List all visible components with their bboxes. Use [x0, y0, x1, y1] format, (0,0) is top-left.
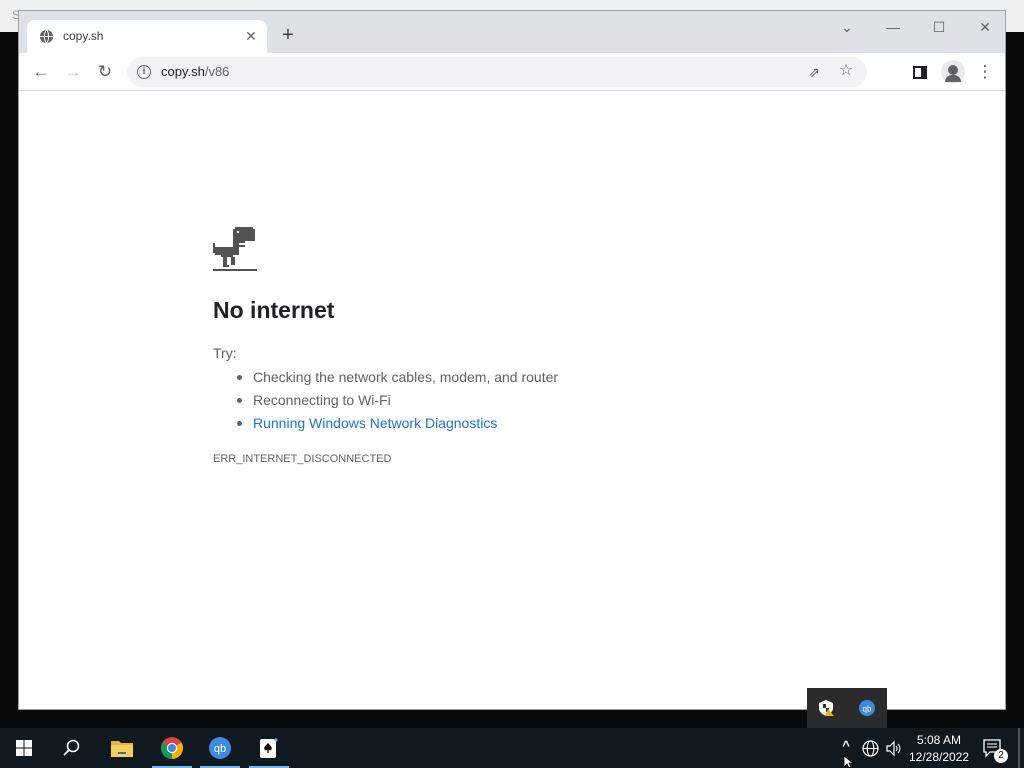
- qbittorrent-button[interactable]: qb: [196, 728, 244, 768]
- volume-icon[interactable]: [885, 740, 902, 757]
- clock-time: 5:08 AM: [916, 733, 962, 747]
- file-explorer-button[interactable]: [98, 728, 146, 768]
- browser-window: copy.sh ✕ + ⌄ — ☐ ✕ ← → ↻ i copy.sh/v86 …: [18, 10, 1006, 710]
- tab-close-icon[interactable]: ✕: [241, 26, 261, 46]
- tray-overflow-popup: qb: [807, 688, 887, 728]
- search-button[interactable]: [48, 728, 96, 768]
- close-window-button[interactable]: ✕: [967, 15, 1003, 39]
- share-icon[interactable]: ⇗: [805, 63, 823, 81]
- chrome-button[interactable]: [148, 728, 196, 768]
- url-host: copy.sh: [161, 64, 205, 79]
- tab-search-dropdown-icon[interactable]: ⌄: [829, 15, 865, 39]
- globe-icon: [39, 29, 54, 44]
- suggestion-reconnect-wifi: Reconnecting to Wi-Fi: [233, 390, 558, 413]
- taskbar-clock[interactable]: 5:08 AM 12/28/2022: [904, 732, 974, 766]
- maximize-button[interactable]: ☐: [921, 15, 957, 39]
- notification-count-badge: 2: [994, 749, 1008, 763]
- taskbar: qb ^ 5:08 AM 12/28/2022 2: [0, 728, 1024, 768]
- tab-title: copy.sh: [63, 29, 104, 43]
- error-code: ERR_INTERNET_DISCONNECTED: [213, 453, 392, 465]
- svg-text:qb: qb: [214, 743, 226, 755]
- suggestion-list: Checking the network cables, modem, and …: [233, 367, 558, 436]
- qbittorrent-tray-icon[interactable]: qb: [858, 699, 876, 717]
- clock-date: 12/28/2022: [908, 750, 970, 764]
- network-globe-icon[interactable]: [862, 740, 879, 757]
- suggestion-check-cables: Checking the network cables, modem, and …: [233, 367, 558, 390]
- dino-icon: [213, 227, 257, 271]
- search-icon: [63, 739, 80, 756]
- mouse-cursor-icon: [843, 756, 855, 768]
- show-hidden-icons-chevron-icon[interactable]: ^: [838, 738, 854, 753]
- side-panel-icon[interactable]: [913, 66, 927, 79]
- tab-strip: copy.sh ✕ + ⌄ — ☐ ✕: [19, 11, 1005, 53]
- address-bar[interactable]: i copy.sh/v86 ⇗ ☆: [127, 57, 867, 87]
- back-button[interactable]: ←: [27, 58, 55, 86]
- network-diagnostics-link[interactable]: Running Windows Network Diagnostics: [253, 415, 497, 431]
- site-info-icon[interactable]: i: [137, 65, 151, 79]
- page-content: No internet Try: Checking the network ca…: [19, 91, 1005, 709]
- qbittorrent-icon: qb: [209, 737, 231, 759]
- menu-icon[interactable]: ⋮: [971, 58, 999, 86]
- bookmark-star-icon[interactable]: ☆: [837, 62, 855, 80]
- solitaire-icon: [260, 738, 278, 758]
- url-text[interactable]: copy.sh/v86: [161, 64, 229, 79]
- chrome-icon: [161, 737, 183, 759]
- url-path: /v86: [204, 64, 230, 79]
- new-tab-button[interactable]: +: [277, 25, 299, 47]
- file-explorer-icon: [111, 741, 133, 757]
- try-label: Try:: [213, 345, 237, 361]
- start-icon: [16, 740, 32, 756]
- profile-avatar-icon[interactable]: [941, 60, 965, 84]
- minimize-button[interactable]: —: [875, 15, 911, 39]
- security-warning-icon[interactable]: [817, 699, 835, 717]
- svg-text:qb: qb: [863, 705, 872, 714]
- forward-button[interactable]: →: [59, 58, 87, 86]
- reload-button[interactable]: ↻: [91, 58, 119, 86]
- tab-copy-sh[interactable]: copy.sh ✕: [27, 20, 267, 53]
- page-title: No internet: [213, 297, 335, 323]
- solitaire-button[interactable]: [245, 728, 293, 768]
- show-desktop-button[interactable]: [1018, 728, 1020, 768]
- browser-toolbar: ← → ↻ i copy.sh/v86 ⇗ ☆ ⋮: [19, 53, 1005, 91]
- start-button[interactable]: [0, 728, 48, 768]
